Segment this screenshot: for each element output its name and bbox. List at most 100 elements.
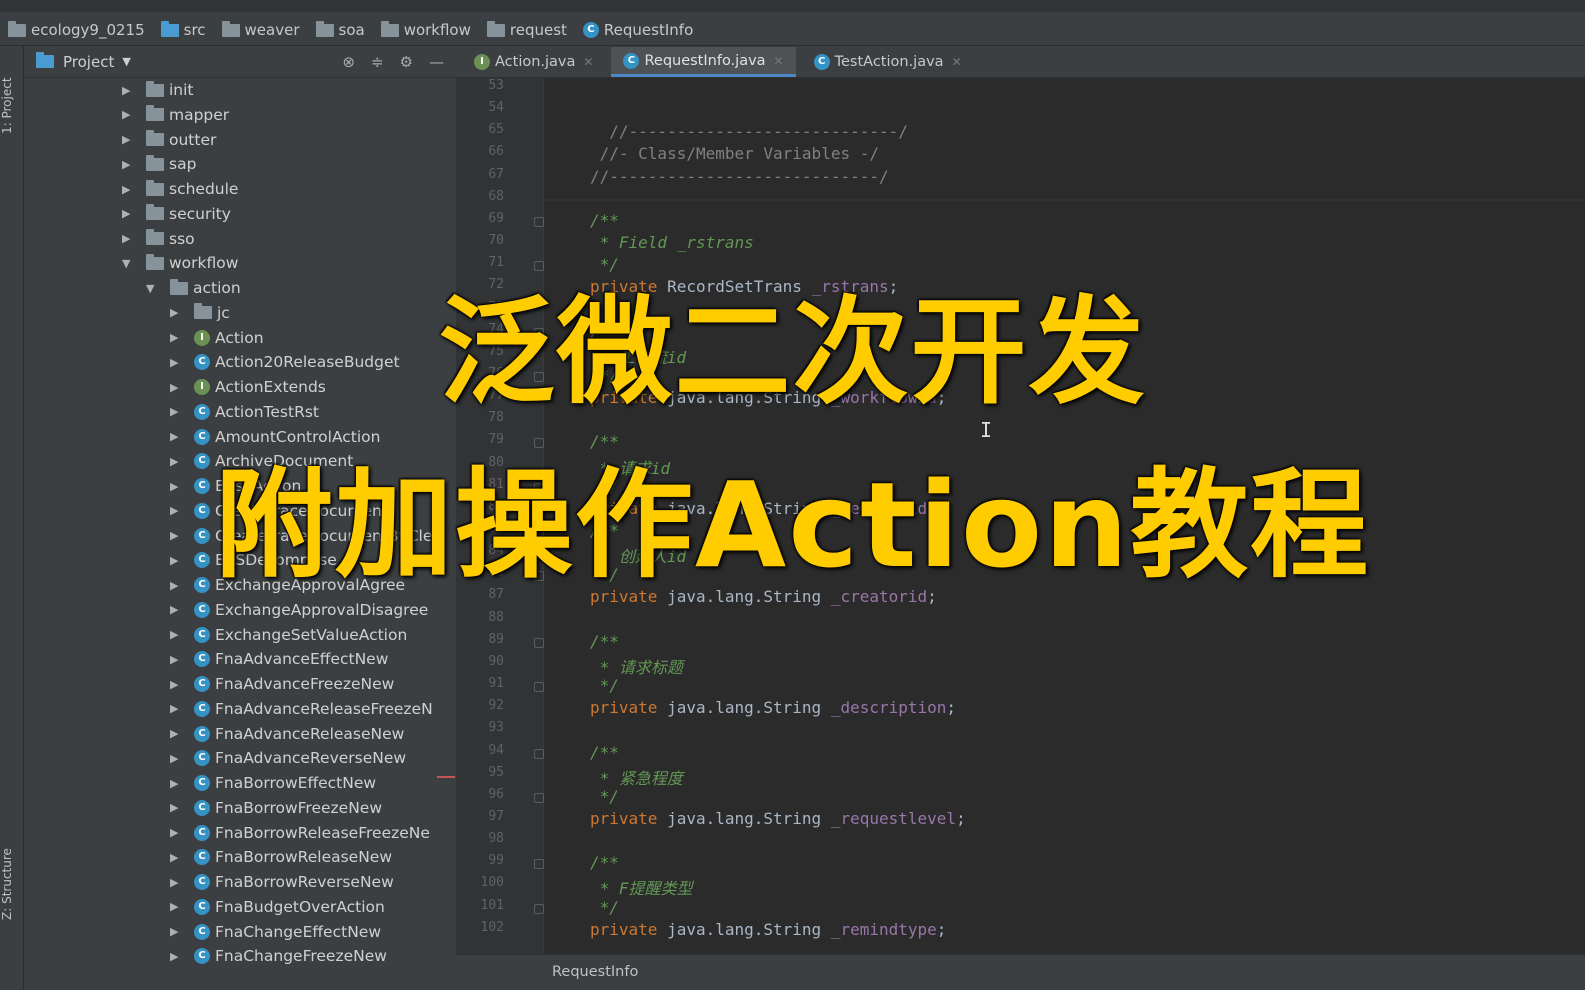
- tree-item[interactable]: ▶ schedule: [122, 177, 238, 201]
- tree-item[interactable]: ▶ security: [122, 202, 231, 226]
- fold-marker-icon[interactable]: [534, 859, 544, 870]
- code-line[interactable]: * 请求标题: [590, 654, 683, 678]
- chevron-down-icon[interactable]: ▼: [122, 55, 130, 68]
- editor-breadcrumb-item[interactable]: RequestInfo: [552, 964, 638, 980]
- editor-tab[interactable]: C TestAction.java ✕: [802, 47, 974, 77]
- collapsed-arrow-icon[interactable]: ▶: [122, 133, 138, 146]
- tree-item[interactable]: ▶ C FnaAdvanceEffectNew: [170, 647, 388, 671]
- collapsed-arrow-icon[interactable]: ▶: [170, 876, 186, 889]
- code-line[interactable]: * F提醒类型: [590, 875, 693, 899]
- fold-marker-icon[interactable]: [534, 682, 544, 693]
- code-line[interactable]: */: [590, 255, 619, 274]
- code-line[interactable]: */: [590, 898, 619, 917]
- tree-item[interactable]: ▶ C FnaBorrowReleaseFreezeNe: [170, 821, 430, 845]
- collapsed-arrow-icon[interactable]: ▶: [170, 430, 186, 443]
- code-line[interactable]: * Field _rstrans: [590, 233, 754, 252]
- collapsed-arrow-icon[interactable]: ▶: [170, 851, 186, 864]
- code-line[interactable]: */: [590, 676, 619, 695]
- collapsed-arrow-icon[interactable]: ▶: [122, 84, 138, 97]
- tree-item[interactable]: ▶ init: [122, 78, 194, 102]
- breadcrumb-item[interactable]: request: [486, 20, 567, 39]
- fold-marker-icon[interactable]: [534, 903, 544, 914]
- hide-panel-icon[interactable]: —: [429, 53, 444, 71]
- collapsed-arrow-icon[interactable]: ▶: [170, 653, 186, 666]
- code-line[interactable]: /**: [590, 432, 619, 451]
- collapsed-arrow-icon[interactable]: ▶: [170, 727, 186, 740]
- code-line[interactable]: //----------------------------/: [590, 167, 889, 186]
- project-tool-tab[interactable]: 1: Project: [0, 56, 24, 156]
- tree-item[interactable]: ▶ C ExchangeApprovalDisagree: [170, 598, 428, 622]
- tree-item[interactable]: ▶ C FnaBorrowReverseNew: [170, 870, 394, 894]
- collapsed-arrow-icon[interactable]: ▶: [170, 950, 186, 963]
- code-line[interactable]: /**: [590, 632, 619, 651]
- tree-item[interactable]: ▶ C AmountControlAction: [170, 425, 380, 449]
- collapsed-arrow-icon[interactable]: ▶: [122, 108, 138, 121]
- code-line[interactable]: //----------------------------/: [590, 122, 908, 141]
- code-line[interactable]: private java.lang.String _remindtype;: [590, 920, 946, 939]
- code-line[interactable]: /**: [590, 743, 619, 762]
- tree-item[interactable]: ▶ C FnaChangeEffectNew: [170, 920, 381, 944]
- collapsed-arrow-icon[interactable]: ▶: [122, 207, 138, 220]
- breadcrumb-item[interactable]: soa: [315, 20, 365, 39]
- collapsed-arrow-icon[interactable]: ▶: [122, 183, 138, 196]
- collapsed-arrow-icon[interactable]: ▶: [170, 702, 186, 715]
- tree-item[interactable]: ▶ C ExchangeSetValueAction: [170, 623, 407, 647]
- close-icon[interactable]: ✕: [774, 54, 784, 68]
- code-line[interactable]: private java.lang.String _description;: [590, 698, 956, 717]
- tree-item[interactable]: ▼ workflow: [122, 251, 238, 275]
- fold-marker-icon[interactable]: [534, 261, 544, 272]
- tree-item[interactable]: ▶ sso: [122, 227, 195, 251]
- tree-item[interactable]: ▶ sap: [122, 152, 196, 176]
- collapsed-arrow-icon[interactable]: ▶: [170, 777, 186, 790]
- locate-icon[interactable]: ⊗: [342, 53, 355, 71]
- breadcrumb-item[interactable]: ecology9_0215: [8, 20, 145, 39]
- tree-item[interactable]: ▶ C FnaAdvanceReleaseFreezeN: [170, 697, 433, 721]
- tree-item[interactable]: ▶ C FnaAdvanceFreezeNew: [170, 672, 394, 696]
- editor-tab[interactable]: C RequestInfo.java ✕: [611, 47, 796, 77]
- collapsed-arrow-icon[interactable]: ▶: [170, 603, 186, 616]
- breadcrumb-item[interactable]: src: [160, 20, 206, 39]
- code-line[interactable]: /**: [590, 211, 619, 230]
- tree-item[interactable]: ▶ C FnaBudgetOverAction: [170, 895, 385, 919]
- collapsed-arrow-icon[interactable]: ▶: [122, 232, 138, 245]
- breadcrumb-item[interactable]: weaver: [221, 20, 300, 39]
- code-line[interactable]: /**: [590, 853, 619, 872]
- breadcrumb-item[interactable]: workflow: [380, 20, 471, 39]
- editor-tab[interactable]: I Action.java ✕: [462, 47, 605, 77]
- collapsed-arrow-icon[interactable]: ▶: [170, 628, 186, 641]
- collapse-all-icon[interactable]: ≑: [371, 53, 384, 71]
- expanded-arrow-icon[interactable]: ▼: [122, 257, 138, 270]
- collapsed-arrow-icon[interactable]: ▶: [122, 158, 138, 171]
- tree-item[interactable]: ▶ C FnaChangeFreezeNew: [170, 944, 387, 968]
- code-line[interactable]: * 紧急程度: [590, 765, 683, 789]
- breadcrumb-item[interactable]: C RequestInfo: [582, 21, 693, 39]
- fold-marker-icon[interactable]: [534, 438, 544, 449]
- close-icon[interactable]: ✕: [952, 55, 962, 69]
- collapsed-arrow-icon[interactable]: ▶: [170, 826, 186, 839]
- overlay-title-line-2: 附加操作Action教程: [214, 456, 1371, 594]
- tree-item[interactable]: ▶ C FnaAdvanceReverseNew: [170, 746, 406, 770]
- structure-tool-tab[interactable]: Z: Structure: [0, 824, 24, 944]
- collapsed-arrow-icon[interactable]: ▶: [170, 678, 186, 691]
- tree-item[interactable]: ▶ mapper: [122, 103, 229, 127]
- fold-marker-icon[interactable]: [534, 216, 544, 227]
- close-icon[interactable]: ✕: [583, 55, 593, 69]
- tree-item[interactable]: ▶ C FnaBorrowFreezeNew: [170, 796, 382, 820]
- fold-marker-icon[interactable]: [534, 792, 544, 803]
- tree-item[interactable]: ▶ C FnaAdvanceReleaseNew: [170, 722, 404, 746]
- collapsed-arrow-icon[interactable]: ▶: [170, 900, 186, 913]
- code-line[interactable]: */: [590, 787, 619, 806]
- tree-item[interactable]: ▶ C FnaBorrowReleaseNew: [170, 845, 392, 869]
- code-line[interactable]: private java.lang.String _requestlevel;: [590, 809, 966, 828]
- collapsed-arrow-icon[interactable]: ▶: [170, 925, 186, 938]
- collapsed-arrow-icon[interactable]: ▶: [170, 801, 186, 814]
- tree-item[interactable]: ▶ outter: [122, 128, 216, 152]
- fold-marker-icon[interactable]: [534, 637, 544, 648]
- gear-icon[interactable]: ⚙: [400, 53, 413, 71]
- fold-marker-icon[interactable]: [534, 748, 544, 759]
- tree-item[interactable]: ▶ C FnaBorrowEffectNew: [170, 771, 376, 795]
- collapsed-arrow-icon[interactable]: ▶: [170, 752, 186, 765]
- project-panel-title[interactable]: Project: [63, 53, 114, 71]
- class-icon: C: [194, 898, 210, 915]
- code-line[interactable]: //- Class/Member Variables -/: [590, 144, 879, 163]
